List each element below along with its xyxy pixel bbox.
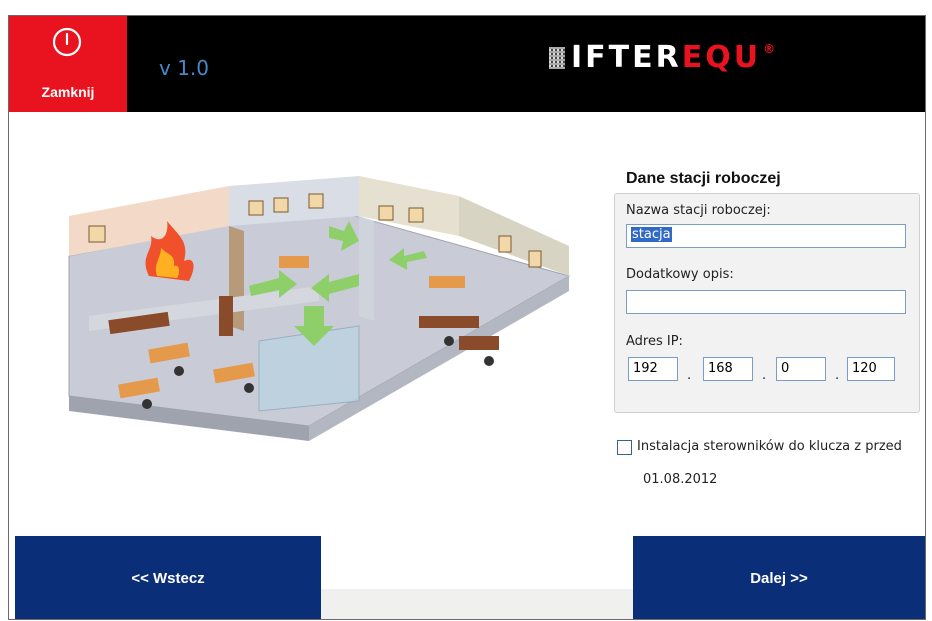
office-building-illustration bbox=[68, 176, 571, 441]
header-bar: Zamknij v 1.0 IFTEREQU ® bbox=[9, 16, 925, 112]
logo-text-white: IFTER bbox=[571, 40, 682, 75]
logo-text-red: EQU bbox=[681, 40, 762, 75]
next-button-label: Dalej >> bbox=[750, 570, 808, 587]
ip-octet-4-input[interactable]: 120 bbox=[847, 357, 895, 381]
ip-separator: . bbox=[762, 368, 767, 383]
station-name-input[interactable]: stacja bbox=[626, 224, 906, 248]
installer-window: Zamknij v 1.0 IFTEREQU ® Dane stacji rob… bbox=[8, 15, 926, 620]
ip-octet-2-input[interactable]: 168 bbox=[703, 357, 753, 381]
ifter-logo-icon: IFTEREQU ® bbox=[549, 40, 778, 80]
ip-separator: . bbox=[835, 368, 840, 383]
back-button[interactable]: << Wstecz bbox=[15, 536, 321, 619]
power-icon bbox=[52, 27, 82, 57]
station-name-value: stacja bbox=[631, 227, 672, 242]
back-button-label: << Wstecz bbox=[131, 570, 205, 587]
ip-separator: . bbox=[687, 368, 692, 383]
description-input[interactable] bbox=[626, 290, 906, 314]
driver-install-checkbox[interactable] bbox=[617, 440, 632, 455]
ip-octet-1-input[interactable]: 192 bbox=[628, 357, 678, 381]
ip-address-label: Adres IP: bbox=[626, 334, 683, 349]
version-label: v 1.0 bbox=[159, 56, 209, 80]
close-button-label: Zamknij bbox=[41, 84, 95, 100]
footer-strip bbox=[321, 589, 633, 619]
station-name-label: Nazwa stacji roboczej: bbox=[626, 203, 771, 218]
ip-octet-3-input[interactable]: 0 bbox=[776, 357, 826, 381]
description-label: Dodatkowy opis: bbox=[626, 267, 734, 282]
close-button[interactable]: Zamknij bbox=[9, 16, 127, 112]
driver-install-label[interactable]: Instalacja sterowników do klucza z przed bbox=[637, 439, 902, 454]
next-button[interactable]: Dalej >> bbox=[633, 536, 925, 619]
workstation-details-title: Dane stacji roboczej bbox=[626, 170, 781, 187]
date-label: 01.08.2012 bbox=[643, 472, 718, 487]
logo-registered-mark: ® bbox=[763, 42, 779, 56]
